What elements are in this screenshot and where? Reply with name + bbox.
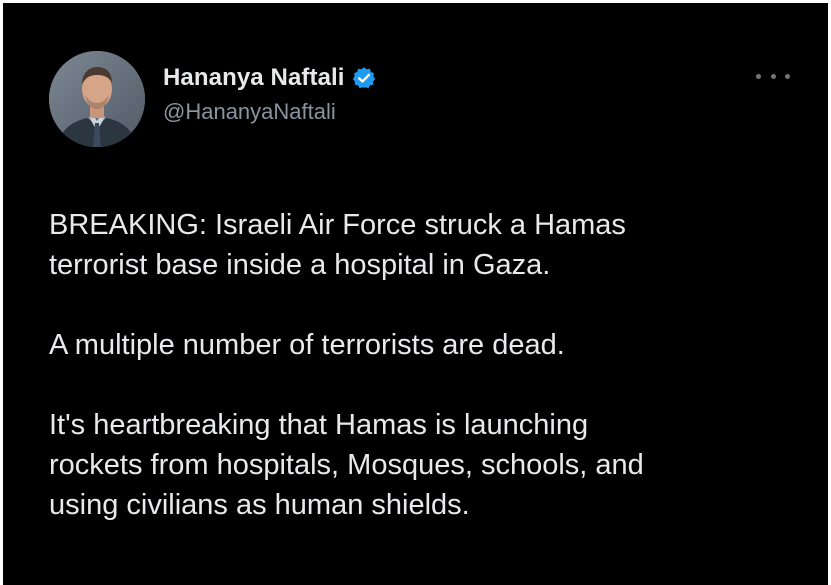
more-options-icon[interactable] [756,67,790,85]
author-name-row[interactable]: Hananya Naftali [163,61,376,95]
more-dot [770,73,776,79]
tweet-paragraph: A multiple number of terrorists are dead… [49,325,819,365]
tweet-text: BREAKING: Israeli Air Force struck a Ham… [49,205,819,565]
tweet-text-line: A multiple number of terrorists are dead… [49,329,565,361]
tweet-paragraph: BREAKING: Israeli Air Force struck a Ham… [49,205,819,285]
more-dot [756,73,761,79]
author-display-name[interactable]: Hananya Naftali [163,64,345,92]
verified-badge-icon [352,66,376,90]
tweet-text-line: rockets from hospitals, Mosques, schools… [49,449,644,481]
tweet-text-line: using civilians as human shields. [49,489,470,521]
screenshot-frame: Hananya Naftali @HananyaNaftali BREAKING… [3,3,828,585]
tweet-text-line: BREAKING: Israeli Air Force struck a Ham… [49,209,626,241]
tweet-paragraph: It's heartbreaking that Hamas is launchi… [49,405,819,525]
more-dot [785,73,790,79]
tweet-text-line: It's heartbreaking that Hamas is launchi… [49,409,589,441]
tweet-text-line: terrorist base inside a hospital in Gaza… [49,249,551,281]
avatar-image [49,51,145,147]
tweet-card[interactable]: Hananya Naftali @HananyaNaftali BREAKING… [3,3,828,585]
author-handle[interactable]: @HananyaNaftali [163,99,336,125]
avatar[interactable] [49,51,145,147]
